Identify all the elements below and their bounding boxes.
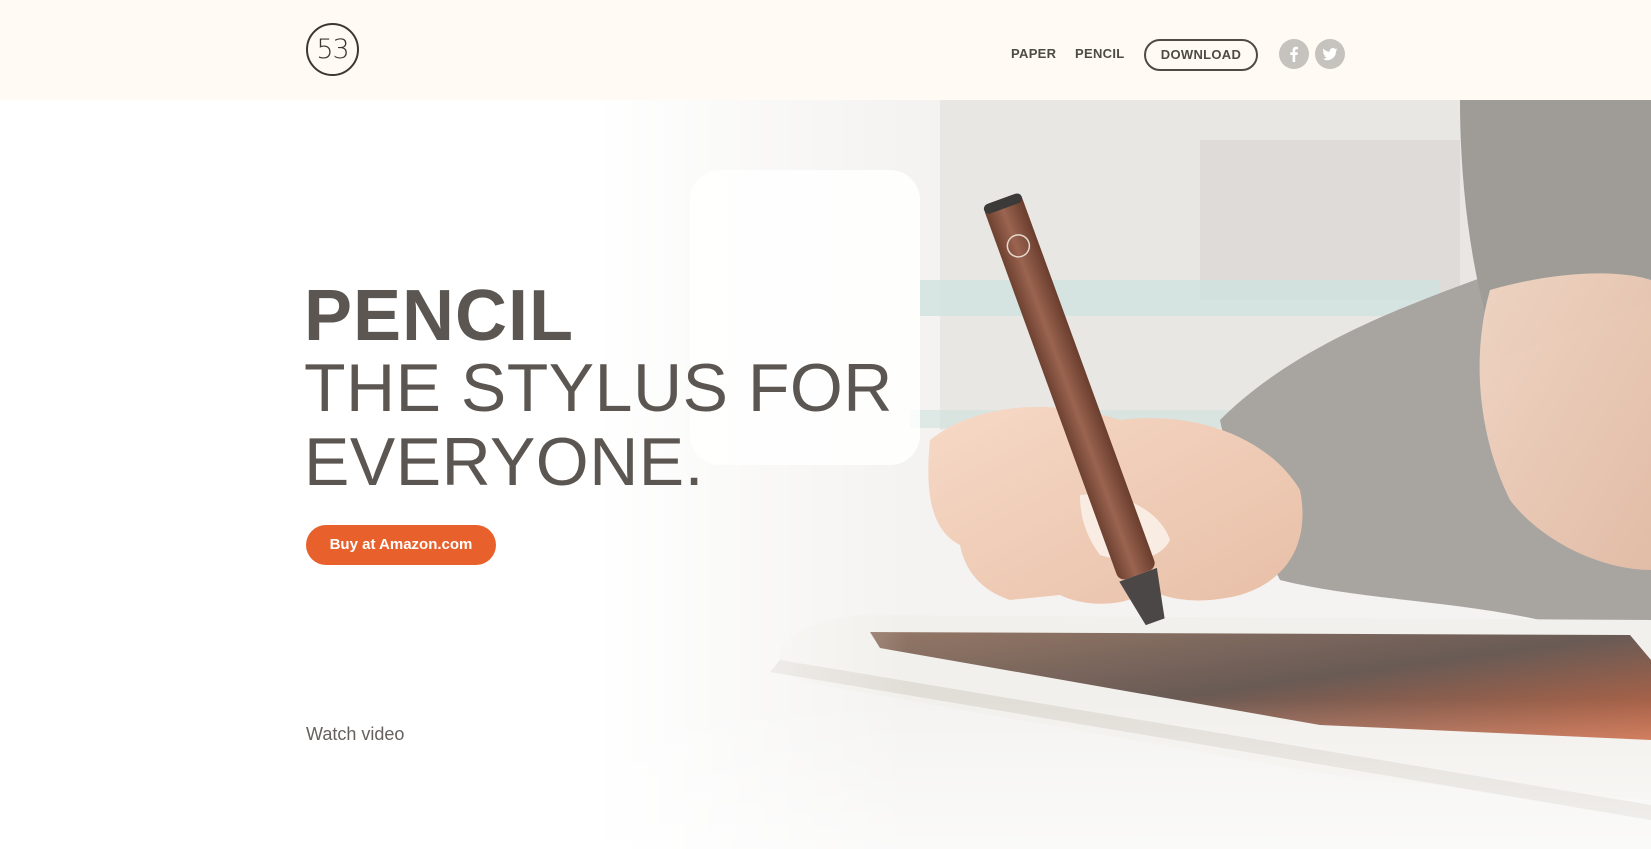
facebook-icon[interactable]	[1279, 39, 1309, 69]
twitter-icon[interactable]	[1315, 39, 1345, 69]
fiftythree-logo[interactable]: 53	[306, 23, 359, 76]
site-header: 53 PAPER PENCIL DOWNLOAD	[0, 0, 1651, 100]
hero-title: PENCIL	[304, 276, 575, 356]
nav-paper-link[interactable]: PAPER	[1011, 46, 1056, 61]
watch-video-link[interactable]: Watch video	[306, 724, 404, 745]
hero-subtitle: THE STYLUS FOR EVERYONE.	[304, 350, 893, 500]
nav-pencil-link[interactable]: PENCIL	[1075, 46, 1124, 61]
logo-text: 53	[316, 34, 349, 65]
download-button[interactable]: DOWNLOAD	[1144, 39, 1258, 71]
buy-at-amazon-button[interactable]: Buy at Amazon.com	[306, 525, 496, 565]
